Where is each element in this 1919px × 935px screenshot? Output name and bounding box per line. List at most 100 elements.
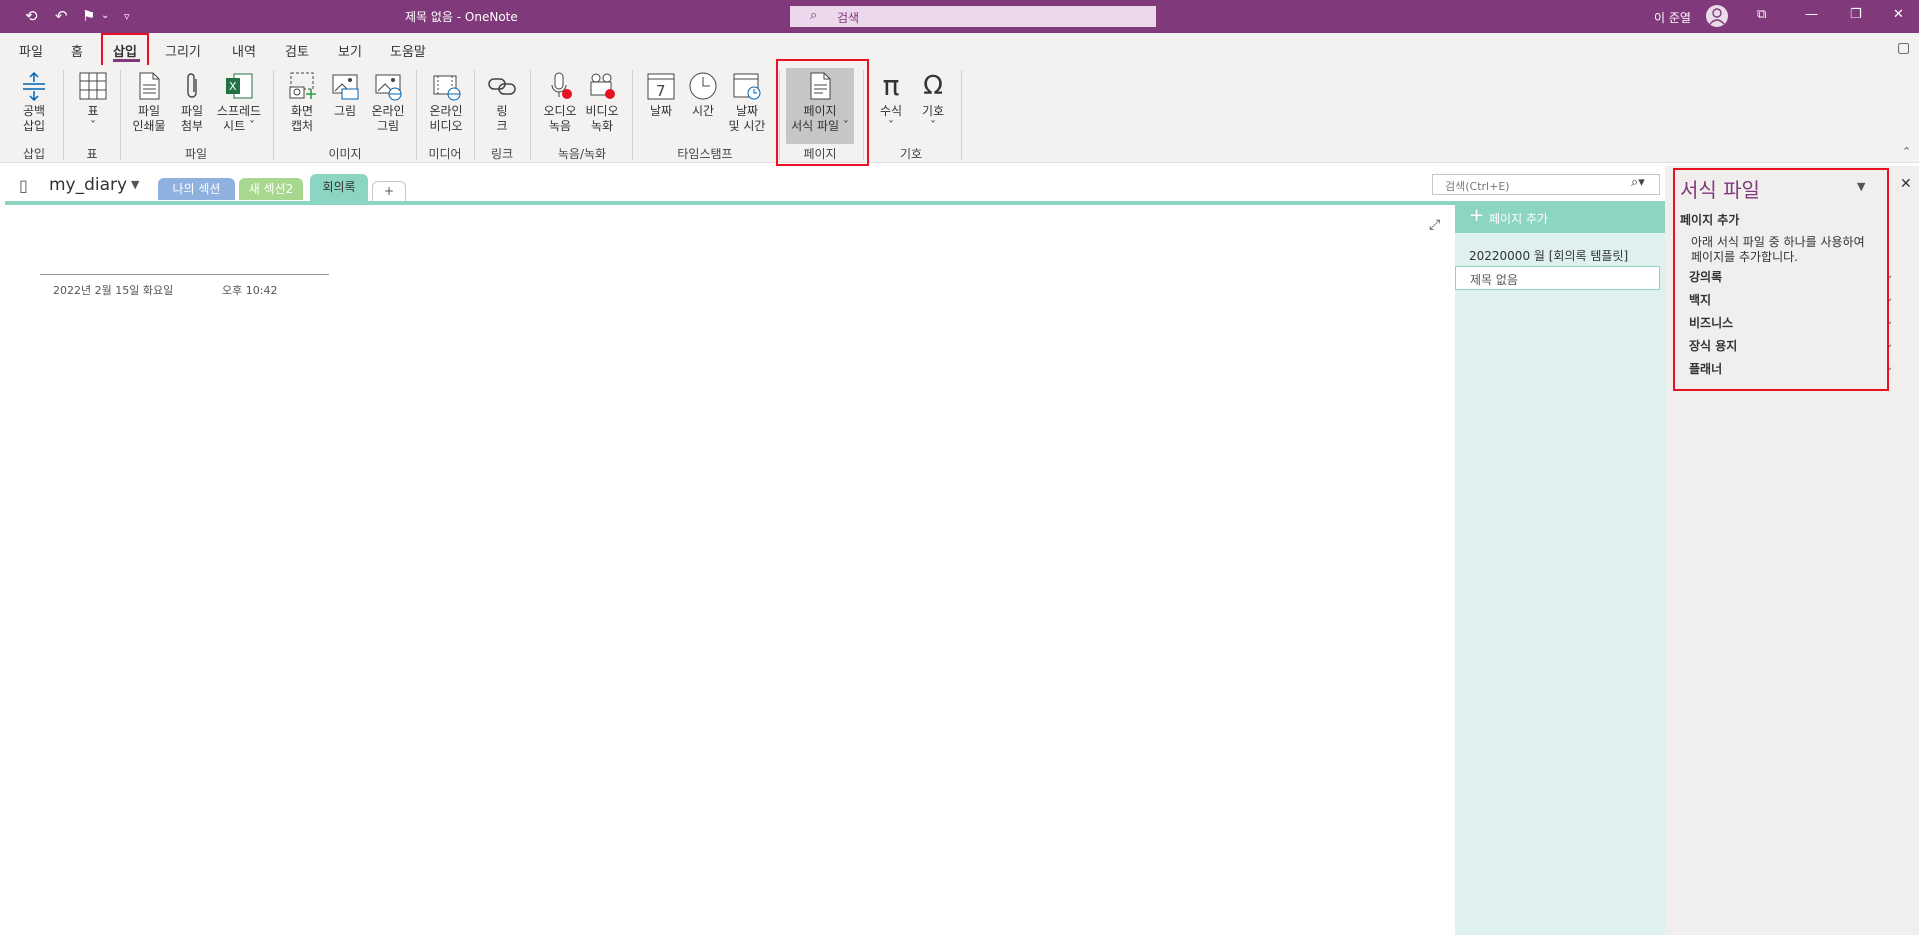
online-picture-button[interactable]: 온라인 그림 [366, 71, 410, 134]
plus-icon: + [1469, 205, 1485, 226]
picture-label: 그림 [333, 104, 357, 118]
group-separator [632, 70, 633, 160]
spreadsheet-label2: 시트 ˇ [223, 119, 255, 133]
group-separator [120, 70, 121, 160]
section-tab-meeting-notes[interactable]: 회의록 [310, 174, 368, 202]
undo-icon[interactable]: ↶ [55, 7, 68, 25]
notes-icon[interactable]: ▢ [1897, 40, 1910, 56]
equation-dropdown: ˇ [888, 119, 894, 133]
group-label-symbol: 기호 [899, 147, 923, 161]
page-list-item[interactable]: 20220000 월 [회의록 템플릿] [1469, 247, 1628, 264]
insert-space-icon [19, 71, 49, 102]
link-button[interactable]: 링 크 [486, 71, 518, 134]
attach-file-icon [177, 71, 207, 101]
page-date: 2022년 2월 15일 화요일 [53, 284, 174, 297]
customize-icon[interactable]: ▿ [124, 10, 130, 23]
picture-button[interactable]: 그림 [328, 71, 362, 119]
tab-home[interactable]: 홈 [71, 41, 83, 60]
back-icon[interactable]: ⟲ [25, 7, 38, 25]
file-printout-button[interactable]: 파일 인쇄물 [129, 71, 169, 134]
time-button[interactable]: 시간 [685, 71, 721, 119]
online-video-label2: 비디오 [429, 119, 463, 133]
screen-capture-label2: 캡처 [290, 119, 314, 133]
add-section-button[interactable]: + [372, 181, 406, 202]
expand-icon[interactable]: ⤢ [1429, 217, 1440, 233]
equation-label: 수식 [879, 104, 903, 118]
symbol-label: 기호 [921, 104, 945, 118]
tab-help[interactable]: 도움말 [390, 41, 426, 60]
collapse-ribbon-icon[interactable]: ⌃ [1902, 145, 1911, 158]
insert-space-label1: 공백 [22, 104, 46, 118]
insert-space-button[interactable]: 공백 삽입 [14, 71, 54, 134]
table-button[interactable]: 표 ˇ [76, 71, 110, 134]
group-label-insert: 삽입 [22, 147, 46, 161]
flag-icon[interactable]: ⚑ [82, 7, 95, 25]
online-video-label1: 온라인 [429, 104, 463, 118]
online-picture-icon [373, 71, 403, 101]
group-label-image: 이미지 [328, 147, 362, 161]
title-search-box[interactable]: ⌕ 검색 [790, 6, 1156, 27]
search-icon: ⌕ [810, 8, 818, 23]
tab-draw[interactable]: 그리기 [165, 41, 201, 60]
notebook-dropdown-icon[interactable]: ▼ [131, 178, 139, 191]
time-label: 시간 [691, 104, 715, 118]
svg-text:X: X [229, 80, 237, 93]
menu-bar: 파일 홈 삽입 그리기 내역 검토 보기 도움말 ▢ [0, 33, 1919, 65]
user-name[interactable]: 이 준열 [1654, 9, 1691, 26]
symbol-dropdown: ˇ [930, 119, 936, 133]
group-label-media: 미디어 [428, 147, 462, 161]
tab-view[interactable]: 보기 [338, 41, 362, 60]
tab-review[interactable]: 검토 [285, 41, 309, 60]
video-record-label1: 비디오 [585, 104, 619, 118]
date-button[interactable]: 7 날짜 [643, 71, 679, 119]
title-search-placeholder: 검색 [837, 11, 860, 25]
notebook-search-input[interactable]: 검색(Ctrl+E) ⌕▾ [1432, 174, 1660, 195]
page-time: 오후 10:42 [222, 284, 278, 297]
ribbon-display-icon[interactable]: ⧉ [1757, 7, 1766, 22]
video-record-label2: 녹화 [590, 119, 614, 133]
online-picture-label2: 그림 [376, 119, 400, 133]
section-color-line [5, 201, 1456, 205]
page-list-item-selected[interactable]: 제목 없음 [1455, 266, 1660, 290]
section-tab-new-section2[interactable]: 새 섹션2 [239, 178, 303, 200]
add-page-button[interactable]: + 페이지 추가 [1455, 201, 1665, 233]
svg-text:7: 7 [656, 82, 666, 100]
group-label-table: 표 [86, 147, 98, 161]
online-video-button[interactable]: 온라인 비디오 [424, 71, 468, 134]
link-label2: 크 [496, 119, 508, 133]
notebook-name[interactable]: my_diary [49, 175, 127, 195]
group-separator [530, 70, 531, 160]
audio-record-button[interactable]: 오디오 녹음 [540, 71, 580, 134]
close-window-icon[interactable]: ✕ [1893, 7, 1904, 22]
spreadsheet-icon: X [224, 71, 254, 101]
file-printout-label2: 인쇄물 [132, 119, 166, 133]
dropdown-icon[interactable]: ⌄ [101, 10, 109, 21]
file-printout-icon [134, 71, 164, 101]
section-tab-my-section[interactable]: 나의 섹션 [158, 178, 235, 200]
tab-history[interactable]: 내역 [232, 41, 256, 60]
restore-icon[interactable]: ❐ [1850, 7, 1862, 22]
close-pane-icon[interactable]: ✕ [1900, 176, 1912, 192]
minimize-icon[interactable]: — [1805, 7, 1818, 22]
page-title-line[interactable] [40, 274, 329, 275]
screen-capture-icon [287, 71, 317, 101]
insert-space-label2: 삽입 [22, 119, 46, 133]
symbol-button[interactable]: Ω 기호 ˇ [916, 71, 950, 134]
avatar[interactable] [1706, 5, 1728, 27]
attach-file-button[interactable]: 파일 첨부 [176, 71, 208, 134]
tab-file[interactable]: 파일 [19, 41, 43, 60]
attach-file-label2: 첨부 [180, 119, 204, 133]
time-icon [688, 71, 718, 101]
equation-button[interactable]: π 수식 ˇ [874, 71, 908, 134]
group-separator [961, 70, 962, 160]
spreadsheet-button[interactable]: X 스프레드 시트 ˇ [214, 71, 264, 134]
screen-capture-button[interactable]: 화면 캡처 [283, 71, 321, 134]
document-title: 제목 없음 - OneNote [405, 10, 518, 24]
date-time-icon [732, 71, 762, 101]
group-label-link: 링크 [490, 147, 514, 161]
search-icon[interactable]: ⌕▾ [1631, 175, 1645, 190]
date-label: 날짜 [649, 104, 673, 118]
video-record-button[interactable]: 비디오 녹화 [582, 71, 622, 134]
online-video-icon [431, 71, 461, 101]
date-time-button[interactable]: 날짜 및 시간 [725, 71, 769, 134]
